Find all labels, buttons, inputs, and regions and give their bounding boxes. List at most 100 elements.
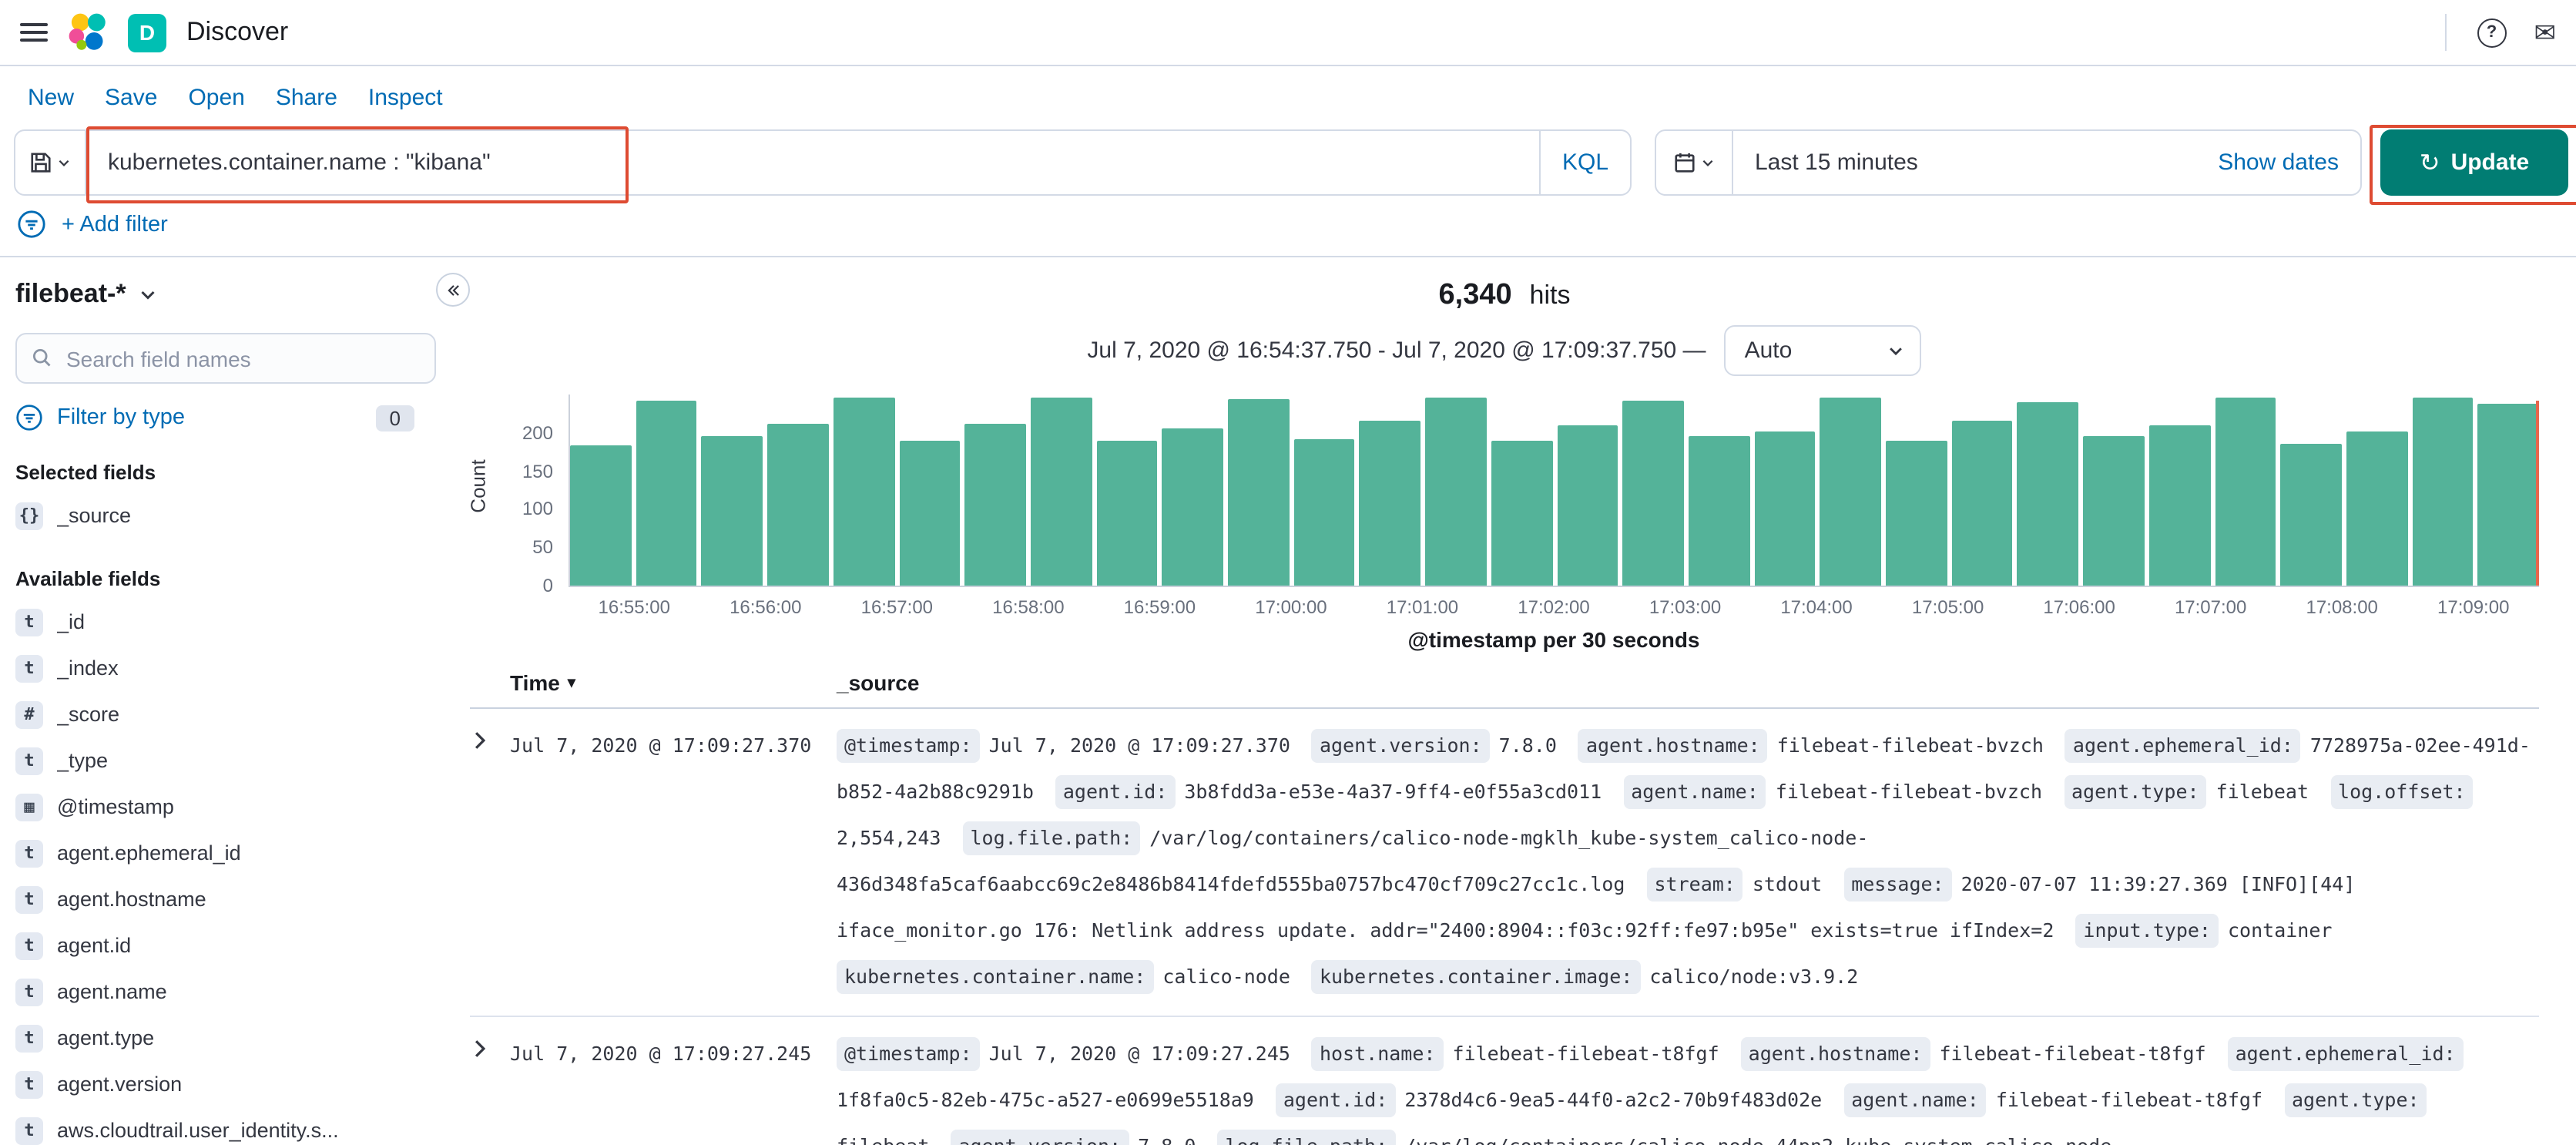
table-row: Jul 7, 2020 @ 17:09:27.370 @timestamp: Jul… (470, 709, 2539, 1017)
collapse-sidebar-button[interactable] (436, 273, 470, 307)
field-item-_source[interactable]: {} _source (15, 493, 436, 538)
source-field-value: container (2228, 918, 2333, 942)
x-tick-label: 16:57:00 (860, 596, 934, 618)
histogram-bar (2280, 443, 2342, 586)
time-range-label[interactable]: Last 15 minutes (1733, 149, 1918, 176)
histogram-bar (1951, 421, 2013, 586)
field-label: aws.cloudtrail.user_identity.s... (57, 1119, 339, 1142)
search-icon (31, 347, 52, 376)
histogram-bar (570, 445, 632, 586)
histogram-bar (701, 435, 763, 586)
filter-by-type-button[interactable]: Filter by type 0 (15, 404, 436, 431)
source-field-value: Jul 7, 2020 @ 17:09:27.370 (988, 734, 1290, 757)
expand-row-button[interactable] (470, 723, 510, 1000)
x-tick-label: 17:08:00 (2306, 596, 2378, 618)
field-label: agent.id (57, 934, 132, 957)
doc-timestamp: Jul 7, 2020 @ 17:09:27.370 (510, 734, 812, 757)
hits-count: 6,340 (1438, 279, 1512, 311)
field-item-agent.name[interactable]: t agent.name (15, 969, 436, 1014)
source-column-header: _source (837, 670, 920, 695)
x-tick-label: 16:59:00 (1123, 596, 1196, 618)
histogram-bar (1622, 401, 1684, 586)
histogram-bar (833, 397, 895, 586)
source-field-value: calico/node:v3.9.2 (1649, 965, 1859, 988)
field-item-agent.hostname[interactable]: t agent.hostname (15, 877, 436, 922)
field-item-_score[interactable]: # _score (15, 692, 436, 737)
kql-language-button[interactable]: KQL (1538, 131, 1630, 194)
source-field-key: kubernetes.container.image: (1311, 960, 1641, 994)
filter-icon[interactable] (17, 210, 46, 239)
histogram-bar (1754, 431, 1816, 586)
field-item-@timestamp[interactable]: ▦ @timestamp (15, 784, 436, 829)
field-item-agent.id[interactable]: t agent.id (15, 923, 436, 968)
update-button[interactable]: ↻ Update (2380, 129, 2568, 196)
source-field-key: agent.hostname: (1740, 1037, 1930, 1071)
index-pattern-label: filebeat-* (15, 279, 126, 308)
source-field-key: host.name: (1311, 1037, 1444, 1071)
histogram-plot[interactable] (569, 395, 2540, 587)
field-item-agent.version[interactable]: t agent.version (15, 1062, 436, 1106)
expand-row-button[interactable] (470, 1031, 510, 1145)
histogram-bar (767, 424, 829, 586)
nav-item-inspect[interactable]: Inspect (368, 84, 443, 110)
field-item-_id[interactable]: t _id (15, 599, 436, 644)
y-tick-label: 50 (532, 536, 553, 559)
source-field-key: agent.type: (2064, 775, 2207, 809)
source-field-key: input.type: (2075, 914, 2219, 948)
hits-row: 6,340 hits (470, 279, 2539, 313)
query-row: kubernetes.container.name : "kibana" KQL… (0, 125, 2576, 205)
string-field-icon: t (15, 654, 43, 682)
menu-icon[interactable] (20, 23, 48, 42)
update-button-label: Update (2450, 149, 2530, 176)
string-field-icon: t (15, 839, 43, 867)
nav-item-save[interactable]: Save (105, 84, 157, 110)
histogram-bar (1030, 398, 1092, 586)
doc-source-cell: @timestamp: Jul 7, 2020 @ 17:09:27.245 hos… (837, 1031, 2539, 1145)
x-tick-label: 17:06:00 (2043, 596, 2115, 618)
number-field-icon: # (15, 700, 43, 728)
kibana-discover-page: D Discover ? ✉ New Save Open Share Inspect k… (0, 0, 2576, 1145)
newsfeed-icon[interactable]: ✉ (2534, 19, 2557, 45)
filter-bar: + Add filter (0, 196, 2576, 257)
nav-item-open[interactable]: Open (188, 84, 244, 110)
field-item-_index[interactable]: t _index (15, 646, 436, 690)
source-field-key: agent.version: (951, 1130, 1129, 1145)
field-item-agent.ephemeral_id[interactable]: t agent.ephemeral_id (15, 831, 436, 875)
histogram-bar (1359, 420, 1421, 586)
time-column-header[interactable]: Time ▾ (510, 670, 837, 695)
results-area: 6,340 hits Jul 7, 2020 @ 16:54:37.750 - … (454, 257, 2576, 1145)
show-dates-link[interactable]: Show dates (2218, 149, 2360, 176)
documents-table: Time ▾ _source Jul 7, 2020 @ 17:09:27.37… (470, 670, 2539, 1145)
source-field-key: agent.hostname: (1578, 729, 1768, 763)
save-query-button[interactable] (15, 131, 86, 194)
nav-item-new[interactable]: New (28, 84, 74, 110)
source-field-value: 2378d4c6-9ea5-44f0-a2c2-70b9f483d02e (1404, 1088, 1823, 1111)
available-fields-list: t _id t _index # _score t _type ▦ @timestamp t agen… (15, 599, 436, 1145)
field-search-input[interactable] (15, 333, 436, 384)
calendar-button[interactable] (1656, 131, 1733, 194)
field-item-_type[interactable]: t _type (15, 738, 436, 783)
source-field-value: filebeat-filebeat-t8fgf (1452, 1042, 1719, 1065)
help-icon[interactable]: ? (2477, 18, 2507, 47)
field-label: @timestamp (57, 795, 174, 818)
histogram-bar (1820, 397, 1882, 586)
interval-select[interactable]: Auto (1724, 325, 1922, 376)
field-item-aws.cloudtrail.user_identity.s...[interactable]: t aws.cloudtrail.user_identity.s... (15, 1108, 436, 1145)
index-pattern-button[interactable]: filebeat-* (15, 276, 157, 313)
nav-item-share[interactable]: Share (276, 84, 337, 110)
field-item-agent.type[interactable]: t agent.type (15, 1016, 436, 1060)
field-label: agent.ephemeral_id (57, 841, 241, 865)
histogram-bar (1162, 428, 1224, 586)
field-label: agent.version (57, 1073, 183, 1096)
x-tick-label: 16:55:00 (598, 596, 670, 618)
elastic-logo-icon[interactable] (68, 12, 108, 52)
range-row: Jul 7, 2020 @ 16:54:37.750 - Jul 7, 2020… (470, 325, 2539, 376)
add-filter-link[interactable]: + Add filter (62, 212, 168, 237)
string-field-icon: t (15, 978, 43, 1006)
histogram-bar (2017, 401, 2079, 586)
source-field-key: agent.version: (1311, 729, 1490, 763)
x-tick-label: 17:02:00 (1518, 596, 1590, 618)
field-label: agent.hostname (57, 888, 206, 911)
query-input[interactable]: kubernetes.container.name : "kibana" (86, 149, 1539, 176)
histogram-bar (1557, 425, 1618, 586)
